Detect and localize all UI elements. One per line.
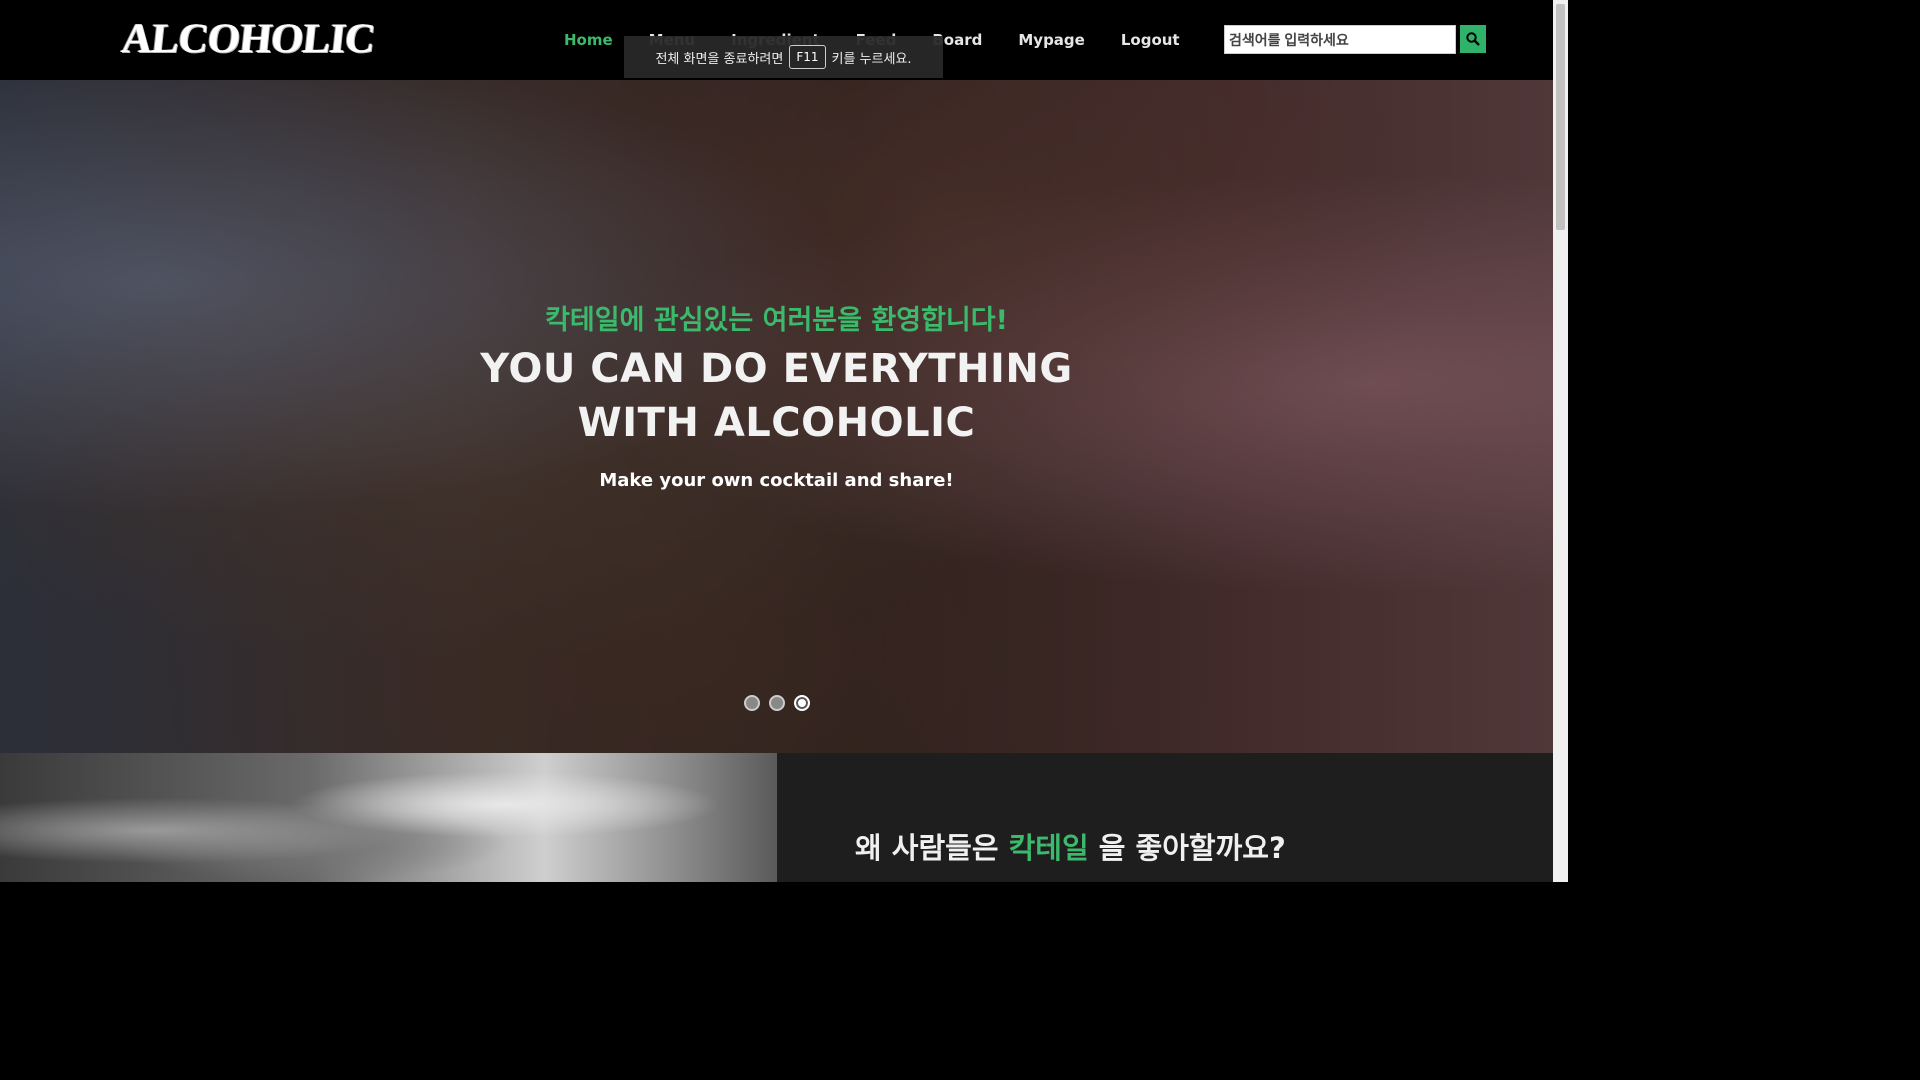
nav-logout[interactable]: Logout [1103,31,1198,49]
carousel-dot-2[interactable] [769,695,785,711]
why-cocktail-heading: 왜 사람들은 칵테일 을 좋아할까요? [855,825,1286,867]
hero-title-line-1: YOU CAN DO EVERYTHING [480,346,1073,392]
hero-carousel: 칵테일에 관심있는 여러분을 환영합니다! YOU CAN DO EVERYTH… [0,80,1553,753]
scrollbar-thumb[interactable] [1556,4,1565,230]
fullscreen-notice-text-after: 키를 누르세요. [831,51,912,67]
logo[interactable]: ALCOHOLIC [119,14,377,64]
carousel-dot-1[interactable] [744,695,760,711]
nav-home[interactable]: Home [546,31,631,49]
hero-welcome-text: 칵테일에 관심있는 여러분을 환영합니다! [545,305,1008,336]
search-button[interactable] [1460,25,1486,53]
fullscreen-notice-text-before: 전체 화면을 종료하려면 [655,51,784,67]
nav-mypage[interactable]: Mypage [1000,31,1102,49]
heading-pre: 왜 사람들은 [855,831,999,865]
search-input[interactable] [1224,25,1456,54]
page-scrollbar[interactable] [1553,0,1568,882]
hero-title: YOU CAN DO EVERYTHING WITH ALCOHOLIC [0,342,1553,450]
hero-subtitle: Make your own cocktail and share! [599,470,954,491]
why-cocktail-section: 왜 사람들은 칵테일 을 좋아할까요? [777,753,1553,882]
search-icon [1466,32,1480,46]
carousel-dot-3[interactable] [794,695,810,711]
heading-accent: 칵테일 [1008,831,1089,865]
fullscreen-exit-notice: 전체 화면을 종료하려면 F11 키를 누르세요. [624,36,943,78]
heading-post: 을 좋아할까요? [1098,831,1286,865]
hero-title-line-2: WITH ALCOHOLIC [577,400,976,446]
carousel-indicators [744,695,810,711]
fullscreen-key-badge: F11 [789,45,826,69]
vintage-party-photo [0,753,777,882]
